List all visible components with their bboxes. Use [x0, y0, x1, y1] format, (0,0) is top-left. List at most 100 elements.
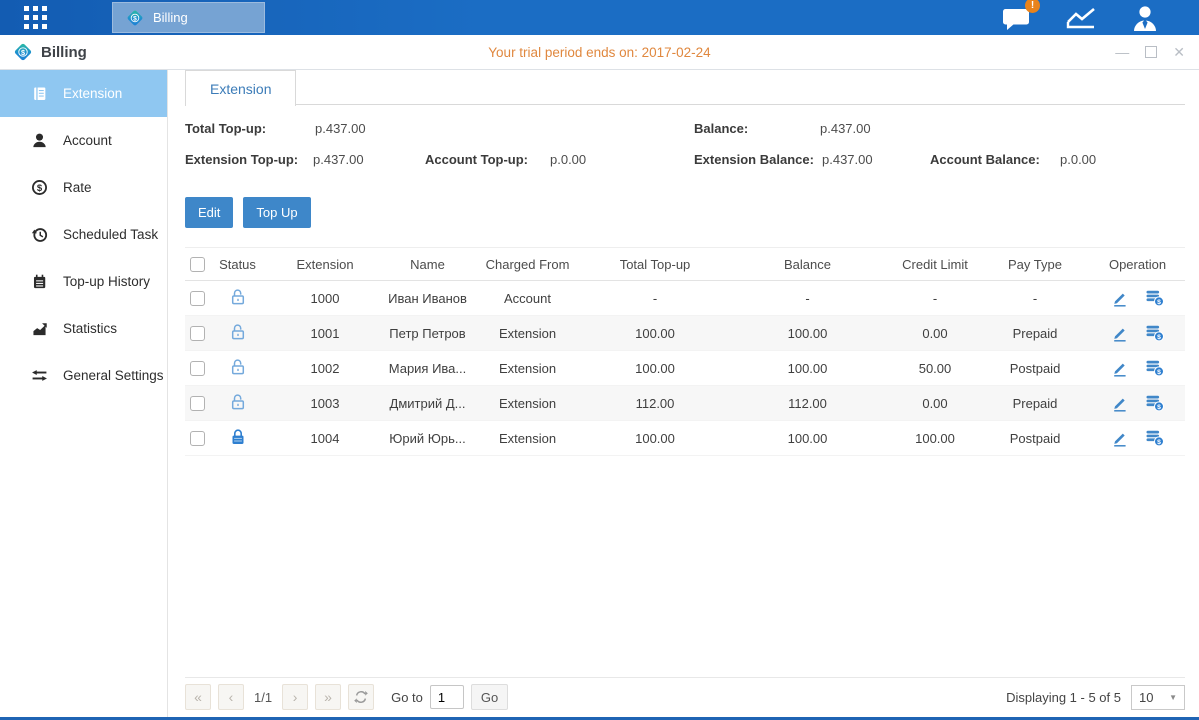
- top-menu-bar: $ Billing !: [0, 0, 1199, 35]
- svg-text:$: $: [37, 183, 43, 194]
- extension-topup-value: p.437.00: [313, 152, 364, 167]
- apps-grid-icon: [24, 6, 47, 29]
- user-menu-button[interactable]: [1131, 4, 1159, 31]
- cell-pay-type: Postpaid: [980, 421, 1090, 456]
- minimize-button[interactable]: —: [1115, 45, 1129, 59]
- sidebar-nav: Extension Account $ Rate: [0, 70, 168, 717]
- cell-balance: 100.00: [725, 316, 890, 351]
- edit-row-icon[interactable]: [1111, 359, 1129, 377]
- sidebar-item-label: Scheduled Task: [63, 227, 158, 242]
- topup-row-icon[interactable]: $: [1145, 324, 1165, 342]
- cell-charged-from: Extension: [470, 316, 585, 351]
- sidebar-item-general-settings[interactable]: General Settings: [0, 352, 167, 399]
- tab-label: Extension: [210, 81, 271, 97]
- cell-charged-from: Extension: [470, 351, 585, 386]
- svg-text:$: $: [1157, 334, 1161, 341]
- cell-pay-type: Prepaid: [980, 386, 1090, 421]
- trial-notice: Your trial period ends on: 2017-02-24: [0, 45, 1199, 60]
- go-button[interactable]: Go: [471, 684, 508, 710]
- extension-balance-value: p.437.00: [822, 152, 873, 167]
- window-title-bar: $ Billing Your trial period ends on: 201…: [0, 35, 1199, 70]
- cell-balance: 112.00: [725, 386, 890, 421]
- refresh-button[interactable]: [348, 684, 374, 710]
- select-all-checkbox[interactable]: [190, 257, 205, 272]
- status-unlocked-icon: [229, 358, 247, 376]
- cell-name: Иван Иванов: [385, 281, 470, 316]
- close-button[interactable]: ✕: [1173, 45, 1185, 59]
- cell-extension: 1004: [265, 421, 385, 456]
- cell-credit-limit: 0.00: [890, 316, 980, 351]
- account-topup-label: Account Top-up:: [425, 152, 528, 167]
- pagination-bar: « ‹ 1/1 › » Go to Go: [185, 677, 1185, 716]
- prev-page-button[interactable]: ‹: [218, 684, 244, 710]
- tab-extension[interactable]: Extension: [185, 70, 296, 106]
- maximize-button[interactable]: [1145, 46, 1157, 58]
- reports-button[interactable]: [1065, 6, 1097, 30]
- goto-page-input[interactable]: [430, 685, 464, 709]
- sidebar-item-label: General Settings: [63, 368, 164, 383]
- col-balance: Balance: [725, 248, 890, 281]
- cell-extension: 1002: [265, 351, 385, 386]
- edit-row-icon[interactable]: [1111, 324, 1129, 342]
- sidebar-item-rate[interactable]: $ Rate: [0, 164, 167, 211]
- page-size-value: 10: [1139, 690, 1153, 705]
- first-page-button[interactable]: «: [185, 684, 211, 710]
- sidebar-item-label: Top-up History: [63, 274, 150, 289]
- window-title-group: $ Billing: [12, 41, 87, 63]
- extension-balance-label: Extension Balance:: [694, 152, 814, 167]
- cell-credit-limit: 0.00: [890, 386, 980, 421]
- svg-text:$: $: [1157, 404, 1161, 411]
- notifications-button[interactable]: !: [1002, 5, 1031, 31]
- notification-badge: !: [1025, 0, 1040, 13]
- page-size-select[interactable]: 10 ▼: [1131, 685, 1185, 710]
- table-row: 1001Петр ПетровExtension100.00100.000.00…: [185, 316, 1185, 351]
- sidebar-item-statistics[interactable]: Statistics: [0, 305, 167, 352]
- total-topup-label: Total Top-up:: [185, 121, 266, 136]
- balance-value: p.437.00: [820, 121, 871, 136]
- top-up-button[interactable]: Top Up: [243, 197, 310, 228]
- cell-total-topup: 100.00: [585, 351, 725, 386]
- edit-row-icon[interactable]: [1111, 429, 1129, 447]
- last-page-button[interactable]: »: [315, 684, 341, 710]
- row-checkbox[interactable]: [190, 431, 205, 446]
- cell-balance: 100.00: [725, 421, 890, 456]
- sidebar-item-scheduled-task[interactable]: Scheduled Task: [0, 211, 167, 258]
- topup-row-icon[interactable]: $: [1145, 289, 1165, 307]
- sidebar-item-account[interactable]: Account: [0, 117, 167, 164]
- apps-grid-menu-button[interactable]: [0, 6, 70, 29]
- cell-pay-type: Prepaid: [980, 316, 1090, 351]
- extension-table: Status Extension Name Charged From Total…: [185, 247, 1185, 456]
- edit-row-icon[interactable]: [1111, 394, 1129, 412]
- topup-row-icon[interactable]: $: [1145, 394, 1165, 412]
- sidebar-item-label: Rate: [63, 180, 92, 195]
- tab-strip: Extension: [185, 70, 1185, 105]
- page-indicator: 1/1: [254, 690, 272, 705]
- sidebar-item-label: Account: [63, 133, 112, 148]
- cell-name: Дмитрий Д...: [385, 386, 470, 421]
- cell-extension: 1000: [265, 281, 385, 316]
- pager-controls: « ‹ 1/1 › » Go to Go: [185, 684, 508, 710]
- notepad-icon: [31, 273, 48, 290]
- col-total-topup: Total Top-up: [585, 248, 725, 281]
- sidebar-item-extension[interactable]: Extension: [0, 70, 167, 117]
- row-checkbox[interactable]: [190, 396, 205, 411]
- col-operation: Operation: [1090, 248, 1185, 281]
- topup-row-icon[interactable]: $: [1145, 429, 1165, 447]
- account-topup-value: p.0.00: [550, 152, 586, 167]
- svg-text:$: $: [1157, 439, 1161, 446]
- edit-row-icon[interactable]: [1111, 289, 1129, 307]
- account-balance-label: Account Balance:: [930, 152, 1040, 167]
- history-clock-icon: [31, 226, 48, 243]
- next-page-button[interactable]: ›: [282, 684, 308, 710]
- cell-total-topup: -: [585, 281, 725, 316]
- row-checkbox[interactable]: [190, 291, 205, 306]
- col-name: Name: [385, 248, 470, 281]
- topup-row-icon[interactable]: $: [1145, 359, 1165, 377]
- row-checkbox[interactable]: [190, 361, 205, 376]
- cell-total-topup: 112.00: [585, 386, 725, 421]
- edit-button[interactable]: Edit: [185, 197, 233, 228]
- sidebar-item-topup-history[interactable]: Top-up History: [0, 258, 167, 305]
- billing-diamond-icon: $: [125, 8, 145, 28]
- topbar-tab-billing[interactable]: $ Billing: [112, 2, 265, 33]
- row-checkbox[interactable]: [190, 326, 205, 341]
